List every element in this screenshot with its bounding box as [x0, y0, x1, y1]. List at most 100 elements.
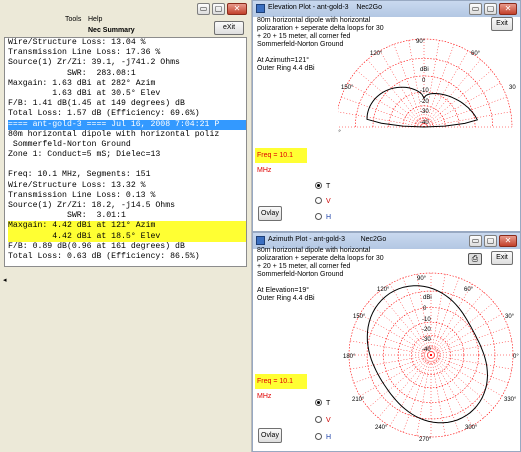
radio-label: H — [326, 214, 332, 221]
radio-indicator — [315, 182, 322, 189]
summary-line: Transmission Line Loss: 0.13 % — [8, 190, 156, 200]
minimize-icon[interactable]: ▭ — [197, 3, 210, 15]
ring-label: -30 — [422, 337, 431, 343]
summary-line: Maxgain: 1.63 dBi at 282° Azim — [8, 78, 156, 88]
elevation-polar-plot: 90° 120° 60° 150° 30 0° dBi 0 -10 -20 -3… — [338, 38, 516, 136]
maximize-icon[interactable]: ▢ — [212, 3, 225, 15]
elevation-readout: At Elevation=19° — [257, 287, 310, 294]
elevation-info: At Azimuth=121° Outer Ring 4.4 dBi — [257, 57, 315, 73]
summary-line: 4.42 dBi at 18.5° Elev — [8, 231, 246, 242]
radio-indicator — [315, 416, 322, 423]
ring-label: 0 — [423, 306, 427, 312]
ring-label: -20 — [422, 327, 431, 333]
angle-label: 90° — [417, 276, 427, 282]
grid-spoke — [350, 340, 432, 356]
scroll-left-icon[interactable]: ◂ — [3, 276, 8, 286]
radio-horizontal[interactable]: H — [315, 213, 331, 221]
elevation-title: Elevation Plot - ant-gold-3 Nec2Go — [268, 4, 383, 11]
minimize-icon[interactable]: ▭ — [469, 235, 482, 247]
radio-label: T — [326, 183, 331, 190]
radio-total[interactable]: T — [315, 182, 330, 190]
ring-label: dBi — [423, 295, 432, 301]
grid-spoke — [423, 96, 507, 128]
radio-label: T — [326, 400, 331, 407]
radio-vertical[interactable]: V — [315, 197, 331, 205]
angle-label: 240° — [375, 425, 388, 431]
summary-line: ==== ant-gold-3 ==== Jul 16, 2008 7:04:2… — [8, 119, 246, 130]
radio-indicator — [315, 433, 322, 440]
angle-label: 0° — [513, 354, 519, 360]
summary-line: F/B: 0.89 dB(0.96 at 161 degrees) dB — [8, 241, 185, 251]
ring-label: -10 — [420, 88, 429, 94]
summary-line: F/B: 1.41 dB(1.45 at 149 degrees) dB — [8, 99, 185, 109]
grid-spoke — [347, 82, 425, 128]
summary-title: Nec Summary — [88, 27, 135, 34]
summary-line: Sommerfeld-Norton Ground — [8, 139, 131, 149]
maximize-icon[interactable]: ▢ — [484, 235, 497, 247]
angle-label: 60° — [471, 51, 481, 57]
summary-line: Wire/Structure Loss: 13.04 % — [8, 38, 146, 47]
summary-line: 1.63 dBi at 30.5° Elev — [8, 88, 161, 98]
angle-label: 210° — [352, 397, 365, 403]
angle-label: 30° — [505, 314, 515, 320]
ring-label: -40 — [422, 347, 431, 353]
radio-indicator — [315, 213, 322, 220]
minimize-icon[interactable]: ▭ — [469, 3, 482, 15]
summary-line: Freq: 10.1 MHz, Segments: 151 — [8, 170, 151, 180]
radio-vertical[interactable]: V — [315, 416, 331, 424]
summary-line: SWR: 3.01:1 — [8, 211, 126, 221]
summary-line: Total Loss: 0.63 dB (Efficiency: 86.5%) — [8, 251, 200, 261]
ring-label: -10 — [422, 317, 431, 323]
angle-label: 120° — [377, 287, 390, 293]
close-icon[interactable]: ✕ — [499, 3, 517, 15]
angle-label: 300° — [465, 425, 478, 431]
exit-button[interactable]: Exit — [491, 251, 513, 265]
summary-line: Source(1) Zr/Zi: 18.2, -j14.5 Ohms — [8, 201, 176, 210]
summary-line: 80m horizontal dipole with horizontal po… — [8, 129, 220, 139]
summary-line: Total Loss: 1.57 dB (Efficiency: 69.6%) — [8, 109, 200, 119]
radio-label: H — [326, 434, 332, 441]
grid-spoke — [338, 111, 425, 128]
overlay-button[interactable]: Ovlay — [258, 206, 282, 221]
menu-tools[interactable]: Tools — [65, 16, 81, 23]
summary-line: SWR: 283.08:1 — [8, 68, 136, 78]
elevation-title-bar[interactable]: Elevation Plot - ant-gold-3 Nec2Go ▭ ▢ ✕ — [253, 1, 520, 17]
angle-label: 150° — [341, 85, 354, 91]
angle-label: 90° — [416, 39, 426, 45]
menu-help[interactable]: Help — [88, 16, 102, 23]
azimuth-readout: At Azimuth=121° — [257, 57, 310, 64]
ring-label: dBi — [420, 67, 429, 73]
angle-label: 60° — [464, 287, 474, 293]
grid-spoke — [430, 354, 446, 436]
radio-total[interactable]: T — [315, 399, 330, 407]
overlay-button[interactable]: Ovlay — [258, 428, 282, 443]
exit-button[interactable]: eXit — [214, 21, 244, 35]
close-icon[interactable]: ✕ — [227, 3, 247, 15]
app-icon — [256, 4, 265, 13]
summary-text-area[interactable]: Wire/Structure Loss: 13.04 % Transmission… — [4, 37, 247, 267]
angle-label: 270° — [419, 437, 432, 443]
elevation-plot-window: Elevation Plot - ant-gold-3 Nec2Go ▭ ▢ ✕… — [252, 0, 521, 232]
description-line: polizaration + seperate delta loops for … — [257, 255, 384, 262]
radio-label: V — [326, 198, 331, 205]
summary-line: Wire/Structure Loss: 13.32 % — [8, 180, 146, 190]
description-line: 80m horizontal dipole with horizontal — [257, 247, 371, 254]
grid-spoke — [430, 274, 446, 356]
grid-spoke — [430, 354, 512, 370]
angle-label: 150° — [353, 314, 366, 320]
outer-ring-readout: Outer Ring 4.4 dBi — [257, 295, 315, 302]
summary-line: Source(1) Zr/Zi: 39.1, -j741.2 Ohms — [8, 58, 180, 68]
grid-spoke — [350, 354, 432, 370]
frequency-label: Freq = 10.1 MHz — [255, 148, 307, 174]
azimuth-title: Azimuth Plot - ant-gold-3 Nec2Go — [268, 236, 387, 243]
frequency-label: Freq = 10.1 MHz — [255, 374, 307, 400]
outer-ring-readout: Outer Ring 4.4 dBi — [257, 65, 315, 72]
angle-label: 330° — [504, 397, 517, 403]
maximize-icon[interactable]: ▢ — [484, 3, 497, 15]
azimuth-info: At Elevation=19° Outer Ring 4.4 dBi — [257, 287, 315, 303]
close-icon[interactable]: ✕ — [499, 235, 517, 247]
radio-horizontal[interactable]: H — [315, 433, 331, 441]
grid-spoke — [416, 354, 432, 436]
print-icon[interactable]: ⎙ — [468, 253, 482, 265]
grid-spoke — [430, 340, 512, 356]
